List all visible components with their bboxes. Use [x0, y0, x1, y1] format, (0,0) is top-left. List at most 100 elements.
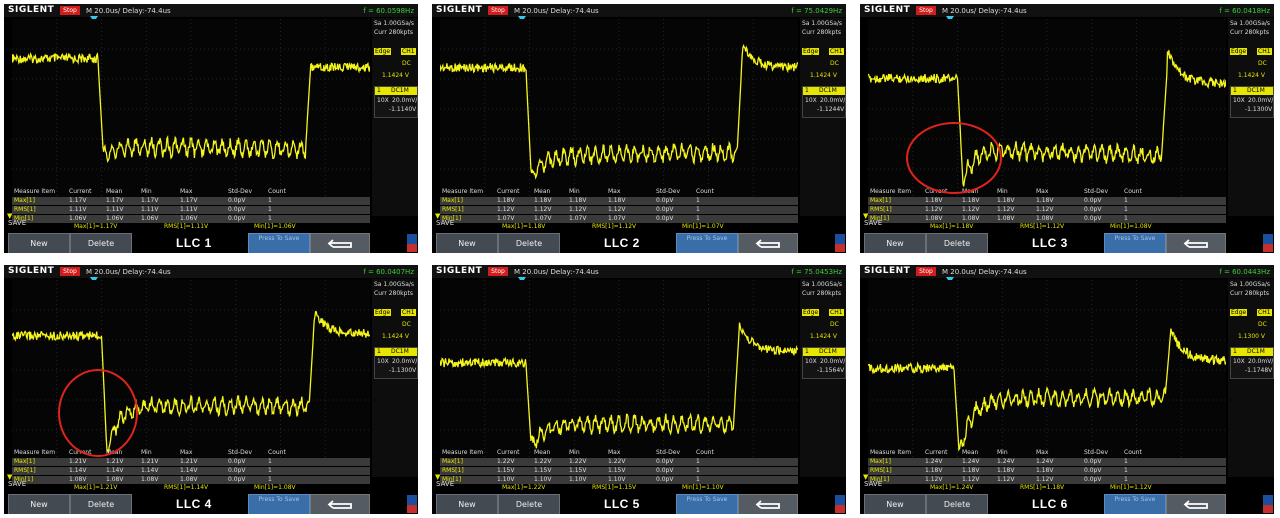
- new-button[interactable]: New: [864, 233, 926, 253]
- new-button[interactable]: New: [8, 233, 70, 253]
- measurement-value: 1.12V: [497, 206, 515, 213]
- delete-button[interactable]: Delete: [498, 233, 560, 253]
- measurement-name: Max[1]: [14, 458, 35, 465]
- measurement-value: 0.0pV: [1084, 458, 1102, 465]
- channel-1-settings-box[interactable]: 1 DC1M 10X 20.0mV/ -1.1300V: [374, 347, 418, 379]
- channel-1-settings-box[interactable]: 1 DC1M 10X 20.0mV/ -1.1140V: [374, 86, 418, 118]
- measurement-header-row: Measure Item Current Mean Min Max Std-Dev Coun…: [12, 449, 370, 457]
- measurement-value: 1: [268, 476, 272, 483]
- trigger-source-label[interactable]: CH1: [401, 309, 416, 316]
- press-to-save-button[interactable]: Press To Save: [1104, 233, 1166, 253]
- measurement-value: 1.22V: [534, 458, 552, 465]
- measurement-value: 0.0pV: [1084, 197, 1102, 204]
- panel-caption: LLC 6: [1032, 497, 1068, 511]
- new-button[interactable]: New: [436, 233, 498, 253]
- measurement-value: 1.18V: [1036, 467, 1054, 474]
- delete-button[interactable]: Delete: [70, 233, 132, 253]
- timebase-value: M 20.0us/: [514, 7, 549, 15]
- press-to-save-button[interactable]: Press To Save: [248, 233, 310, 253]
- measurement-column-header: Std-Dev: [228, 449, 252, 456]
- channel-1-settings-box[interactable]: 1 DC1M 10X 20.0mV/ -1.1300V: [1230, 86, 1274, 118]
- trigger-type-label[interactable]: Edge: [374, 48, 392, 55]
- statistic-value: Max[1]=1.22V: [502, 484, 546, 491]
- new-button[interactable]: New: [436, 494, 498, 514]
- measurement-value: 1.08V: [1036, 215, 1054, 222]
- measurement-row: Min[1] 1.06V 1.06V 1.06V 1.06V 0.0pV 1: [12, 215, 370, 223]
- measurement-value: 1.17V: [141, 197, 159, 204]
- measurement-column-header: Current: [497, 449, 520, 456]
- run-stop-indicator[interactable]: Stop: [916, 267, 936, 276]
- press-to-save-button[interactable]: Press To Save: [248, 494, 310, 514]
- trigger-source-label[interactable]: CH1: [829, 48, 844, 55]
- menu-flag-icon: [1263, 244, 1273, 252]
- statistic-value: Max[1]=1.24V: [930, 484, 974, 491]
- run-stop-indicator[interactable]: Stop: [60, 6, 80, 15]
- scope-panel: SIGLENT Stop M 20.0us/ Delay:-74.4us f = 60…: [4, 4, 418, 253]
- trigger-source-label[interactable]: CH1: [829, 309, 844, 316]
- trigger-source-label[interactable]: CH1: [1257, 309, 1272, 316]
- waveform-screen: [440, 19, 798, 199]
- measurement-header-row: Measure Item Current Mean Min Max Std-Dev Coun…: [12, 188, 370, 196]
- new-button[interactable]: New: [864, 494, 926, 514]
- measurement-value: 0.0pV: [656, 458, 674, 465]
- measurement-name: Max[1]: [442, 458, 463, 465]
- return-button[interactable]: [738, 494, 798, 514]
- measurement-column-header: Mean: [534, 188, 551, 195]
- trigger-type-label[interactable]: Edge: [374, 309, 392, 316]
- measurement-value: 1.06V: [106, 215, 124, 222]
- trigger-type-label[interactable]: Edge: [1230, 48, 1248, 55]
- trigger-type-label[interactable]: Edge: [802, 48, 820, 55]
- measurement-value: 1.06V: [69, 215, 87, 222]
- measurement-row: Min[1] 1.12V 1.12V 1.12V 1.12V 0.0pV 1: [868, 476, 1226, 484]
- channel-offset: -1.1244V: [817, 106, 845, 113]
- return-arrow-icon: [755, 239, 780, 248]
- annotation-circle: [906, 122, 1002, 194]
- return-button[interactable]: [310, 494, 370, 514]
- measurement-header-row: Measure Item Current Mean Min Max Std-Dev Coun…: [440, 449, 798, 457]
- channel-number: 1: [377, 87, 381, 94]
- channel-1-settings-box[interactable]: 1 DC1M 10X 20.0mV/ -1.1564V: [802, 347, 846, 379]
- press-to-save-button[interactable]: Press To Save: [1104, 494, 1166, 514]
- run-stop-indicator[interactable]: Stop: [60, 267, 80, 276]
- waveform-screen: [12, 19, 370, 199]
- trigger-type-label[interactable]: Edge: [802, 309, 820, 316]
- measurement-value: 0.0pV: [656, 467, 674, 474]
- trigger-source-label[interactable]: CH1: [401, 48, 416, 55]
- measurement-value: 0.0pV: [1084, 476, 1102, 483]
- return-arrow-icon: [755, 500, 780, 509]
- measurement-row: RMS[1] 1.11V 1.11V 1.11V 1.11V 0.0pV 1: [12, 206, 370, 214]
- press-to-save-button[interactable]: Press To Save: [676, 494, 738, 514]
- statistic-value: RMS[1]=1.15V: [592, 484, 637, 491]
- measurement-value: 1: [696, 197, 700, 204]
- return-button[interactable]: [738, 233, 798, 253]
- delete-button[interactable]: Delete: [70, 494, 132, 514]
- new-button[interactable]: New: [8, 494, 70, 514]
- top-status-bar: SIGLENT Stop M 20.0us/ Delay:-74.4us f = 60…: [860, 265, 1274, 278]
- trigger-type-label[interactable]: Edge: [1230, 309, 1248, 316]
- run-stop-indicator[interactable]: Stop: [916, 6, 936, 15]
- measurement-value: 1: [696, 206, 700, 213]
- measurement-value: 1.15V: [608, 467, 626, 474]
- return-button[interactable]: [310, 233, 370, 253]
- channel-1-settings-box[interactable]: 1 DC1M 10X 20.0mV/ -1.1748V: [1230, 347, 1274, 379]
- trigger-source-label[interactable]: CH1: [1257, 48, 1272, 55]
- delete-button[interactable]: Delete: [926, 233, 988, 253]
- menu-flag-icon: [407, 244, 417, 252]
- delete-button[interactable]: Delete: [926, 494, 988, 514]
- channel-coupling: DC1M: [1247, 348, 1265, 355]
- vertical-scale: 20.0mV/: [392, 358, 418, 365]
- press-to-save-button[interactable]: Press To Save: [676, 233, 738, 253]
- measurement-value: 1.12V: [608, 206, 626, 213]
- menu-flag-icon: [835, 244, 845, 252]
- measurement-value: 1.14V: [141, 467, 159, 474]
- run-stop-indicator[interactable]: Stop: [488, 6, 508, 15]
- run-stop-indicator[interactable]: Stop: [488, 267, 508, 276]
- channel-1-settings-box[interactable]: 1 DC1M 10X 20.0mV/ -1.1244V: [802, 86, 846, 118]
- scope-panel: SIGLENT Stop M 20.0us/ Delay:-74.4us f = 60…: [860, 4, 1274, 253]
- return-button[interactable]: [1166, 494, 1226, 514]
- measurement-column-header: Max: [1036, 188, 1049, 195]
- measurement-value: 1.12V: [925, 206, 943, 213]
- measurement-value: 1.10V: [569, 476, 587, 483]
- return-button[interactable]: [1166, 233, 1226, 253]
- delete-button[interactable]: Delete: [498, 494, 560, 514]
